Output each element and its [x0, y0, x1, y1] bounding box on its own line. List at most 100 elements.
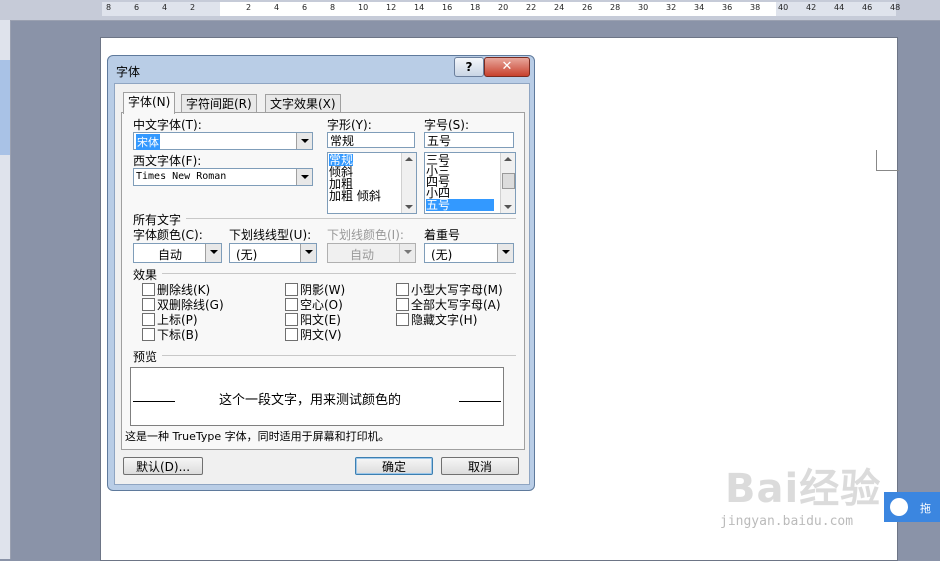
ruler-tick-label: 34 [694, 3, 705, 12]
margin-corner-mark [876, 150, 899, 171]
default-button[interactable]: 默认(D)... [123, 457, 203, 475]
style-input[interactable]: 常规 [327, 132, 415, 148]
ruler-tick-label: 38 [750, 3, 761, 12]
chinese-font-combo[interactable]: 宋体 [133, 132, 313, 150]
ruler-tick-label: 18 [470, 3, 481, 12]
outline-checkbox[interactable] [285, 298, 298, 311]
ruler-tick-label: 22 [526, 3, 537, 12]
shadow-checkbox[interactable] [285, 283, 298, 296]
font-dialog: 字体 ? ✕ 字体(N) 字符间距(R) 文字效果(X) 中文字体(T): 宋体… [107, 55, 535, 491]
size-list-scrollbar[interactable] [500, 153, 515, 213]
style-label: 字形(Y): [327, 118, 372, 132]
ruler-tick-label: 10 [358, 3, 369, 12]
dialog-title: 字体 [116, 65, 141, 79]
close-button[interactable]: ✕ [484, 57, 530, 77]
strikethrough-checkbox[interactable] [142, 283, 155, 296]
ruler-tick-label: 36 [722, 3, 733, 12]
ruler-tick-label: 48 [890, 3, 901, 12]
western-font-label: 西文字体(F): [133, 154, 202, 168]
double-strikethrough-checkbox[interactable] [142, 298, 155, 311]
chevron-down-icon[interactable] [205, 244, 221, 262]
font-tab-panel: 中文字体(T): 宋体 西文字体(F): Times New Roman 字形(… [121, 112, 525, 450]
horizontal-ruler[interactable]: 8 6 4 2 2 4 6 8 10 12 14 16 18 20 22 24 26 28 30 32 34 36 38 40… [0, 0, 940, 21]
subscript-checkbox[interactable] [142, 328, 155, 341]
underline-style-label: 下划线线型(U): [229, 228, 312, 242]
preview-heading: 预览 [133, 350, 158, 364]
watermark-url: jingyan.baidu.com [720, 514, 854, 529]
preview-rule-right [459, 401, 501, 402]
underline-color-combo: 自动 [327, 243, 416, 263]
hidden-text-checkbox[interactable] [396, 313, 409, 326]
ruler-tick-label: 16 [442, 3, 453, 12]
group-divider [162, 355, 516, 356]
ruler-tick-label: 6 [302, 3, 308, 12]
size-input[interactable]: 五号 [424, 132, 514, 148]
group-divider [186, 218, 516, 219]
preview-rule-left [133, 401, 175, 402]
font-color-label: 字体颜色(C): [133, 228, 203, 242]
group-divider [162, 273, 516, 274]
chevron-down-icon[interactable] [296, 169, 312, 185]
vertical-ruler[interactable] [0, 20, 11, 559]
small-caps-checkbox[interactable] [396, 283, 409, 296]
font-color-value: 自动 [158, 248, 183, 262]
ruler-tick-label: 24 [554, 3, 565, 12]
ruler-tick-label: 14 [414, 3, 425, 12]
chevron-down-icon[interactable] [300, 244, 316, 262]
emphasis-combo[interactable]: (无) [424, 243, 514, 263]
western-font-combo[interactable]: Times New Roman [133, 168, 313, 186]
chinese-font-value: 宋体 [136, 134, 160, 150]
size-list[interactable]: 三号 小三 四号 小四 五号 [424, 152, 516, 214]
underline-color-value: 自动 [350, 248, 375, 262]
ruler-tick-label: 40 [778, 3, 789, 12]
watermark-logo: Bai经验 [725, 466, 882, 512]
subscript-label: 下标(B) [157, 328, 199, 342]
scroll-down-icon[interactable] [504, 205, 512, 209]
engrave-checkbox[interactable] [285, 328, 298, 341]
chevron-down-icon [399, 244, 415, 262]
engrave-label: 阴文(V) [300, 328, 342, 342]
tab-character-spacing[interactable]: 字符间距(R) [181, 94, 257, 113]
dialog-client-area: 字体(N) 字符间距(R) 文字效果(X) 中文字体(T): 宋体 西文字体(F… [114, 83, 530, 485]
scroll-thumb[interactable] [502, 173, 515, 189]
superscript-checkbox[interactable] [142, 313, 155, 326]
tab-text-effects[interactable]: 文字效果(X) [265, 94, 341, 113]
ruler-tick-label: 32 [666, 3, 677, 12]
size-label: 字号(S): [424, 118, 470, 132]
effects-heading: 效果 [133, 268, 158, 282]
underline-style-combo[interactable]: (无) [229, 243, 317, 263]
cancel-button[interactable]: 取消 [441, 457, 519, 475]
ruler-tick-label: 12 [386, 3, 397, 12]
font-color-combo[interactable]: 自动 [133, 243, 222, 263]
chinese-font-label: 中文字体(T): [133, 118, 202, 132]
style-list-scrollbar[interactable] [401, 153, 416, 213]
ruler-tick-label: 44 [834, 3, 845, 12]
ruler-left-margin [102, 2, 220, 16]
ok-button[interactable]: 确定 [355, 457, 433, 475]
size-option[interactable]: 五号 [426, 199, 494, 211]
share-icon [890, 498, 908, 516]
style-list[interactable]: 常规 倾斜 加粗 加粗 倾斜 [327, 152, 417, 214]
ruler-tick-label: 8 [106, 3, 112, 12]
vertical-ruler-highlight [0, 60, 10, 155]
help-button[interactable]: ? [454, 57, 484, 77]
scroll-up-icon[interactable] [405, 157, 413, 161]
ruler-tick-label: 28 [610, 3, 621, 12]
scroll-up-icon[interactable] [504, 157, 512, 161]
preview-box: 这个一段文字，用来测试颜色的 [130, 367, 504, 426]
floating-side-button[interactable]: 拖 [884, 492, 940, 522]
ruler-tick-label: 46 [862, 3, 873, 12]
ruler-tick-label: 4 [162, 3, 168, 12]
side-button-label: 拖 [920, 502, 931, 515]
scroll-down-icon[interactable] [405, 205, 413, 209]
all-caps-checkbox[interactable] [396, 298, 409, 311]
tab-font[interactable]: 字体(N) [123, 92, 176, 114]
ruler-tick-label: 4 [274, 3, 280, 12]
emboss-checkbox[interactable] [285, 313, 298, 326]
style-option[interactable]: 加粗 倾斜 [329, 190, 381, 202]
ruler-tick-label: 2 [246, 3, 252, 12]
font-info-text: 这是一种 TrueType 字体，同时适用于屏幕和打印机。 [125, 430, 390, 443]
emphasis-label: 着重号 [424, 228, 461, 242]
chevron-down-icon[interactable] [296, 133, 312, 149]
chevron-down-icon[interactable] [497, 244, 513, 262]
